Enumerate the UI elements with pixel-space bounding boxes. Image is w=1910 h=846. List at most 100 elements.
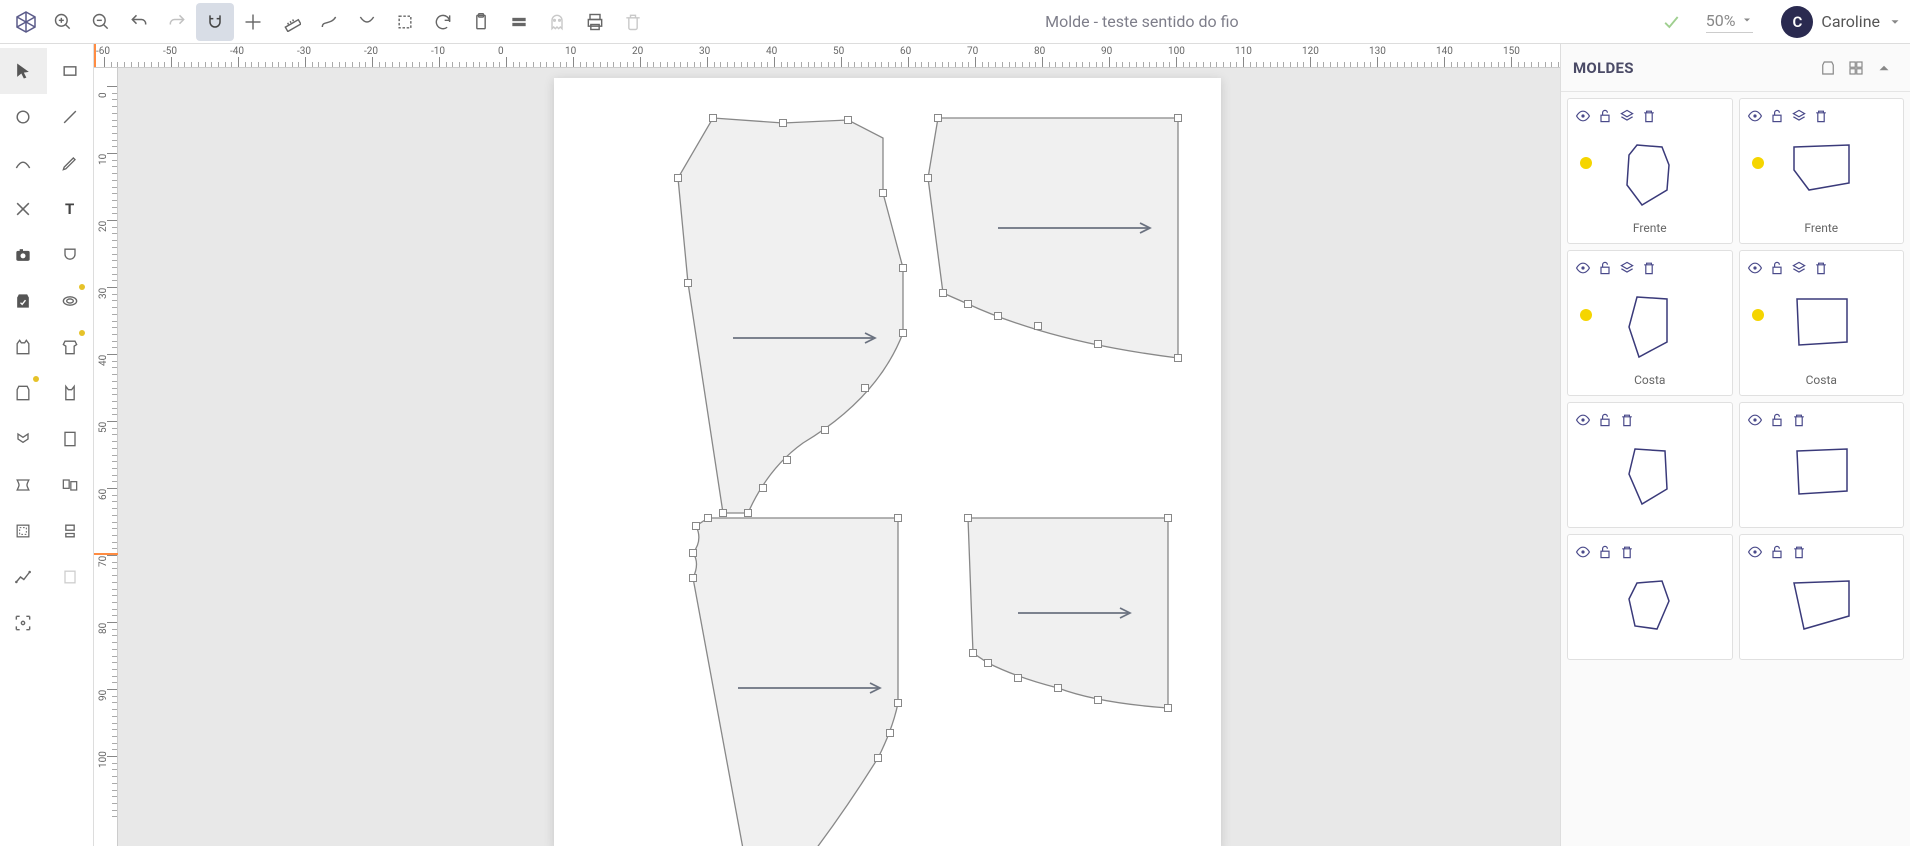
tool-tank[interactable] bbox=[0, 324, 47, 370]
lock-icon[interactable] bbox=[1768, 543, 1786, 561]
redo-button[interactable] bbox=[158, 3, 196, 41]
pattern-piece[interactable] bbox=[838, 108, 1188, 372]
trash-icon[interactable] bbox=[1640, 107, 1658, 125]
molde-label: Costa bbox=[1746, 369, 1898, 389]
molde-card[interactable]: Frente bbox=[1567, 98, 1733, 244]
eye-icon[interactable] bbox=[1574, 107, 1592, 125]
grid-icon[interactable] bbox=[1842, 54, 1870, 82]
layers-icon[interactable] bbox=[1790, 107, 1808, 125]
tool-circle[interactable] bbox=[0, 94, 47, 140]
trash-icon[interactable] bbox=[1812, 259, 1830, 277]
zoom-out-button[interactable] bbox=[82, 3, 120, 41]
chevron-down-icon bbox=[1888, 15, 1902, 29]
piece-icon[interactable] bbox=[1814, 54, 1842, 82]
lock-icon[interactable] bbox=[1596, 259, 1614, 277]
trash-icon[interactable] bbox=[1618, 411, 1636, 429]
eye-icon[interactable] bbox=[1574, 411, 1592, 429]
tool-scissors[interactable] bbox=[0, 186, 47, 232]
refresh-button[interactable] bbox=[424, 3, 462, 41]
zoom-in-button[interactable] bbox=[44, 3, 82, 41]
molde-label: Frente bbox=[1574, 217, 1726, 237]
molde-card[interactable] bbox=[1739, 534, 1905, 660]
undo-button[interactable] bbox=[120, 3, 158, 41]
stack-button[interactable] bbox=[500, 3, 538, 41]
tool-sleeve[interactable] bbox=[47, 324, 94, 370]
tool-pocket[interactable] bbox=[47, 232, 94, 278]
app-logo[interactable] bbox=[8, 4, 44, 40]
molde-thumbnail bbox=[1746, 431, 1898, 521]
bounding-button[interactable] bbox=[386, 3, 424, 41]
molde-card[interactable]: Frente bbox=[1739, 98, 1905, 244]
tool-pieces[interactable] bbox=[47, 462, 94, 508]
trash-icon[interactable] bbox=[1640, 259, 1658, 277]
tool-text[interactable]: T bbox=[47, 186, 94, 232]
tool-bezier[interactable] bbox=[0, 140, 47, 186]
avatar: C bbox=[1781, 6, 1813, 38]
tool-scan[interactable] bbox=[0, 600, 47, 646]
tool-rectangle[interactable] bbox=[47, 48, 94, 94]
ghost-button[interactable] bbox=[538, 3, 576, 41]
document-title: Molde - teste sentido do fio bbox=[1045, 12, 1238, 31]
molde-card[interactable] bbox=[1567, 402, 1733, 528]
eye-icon[interactable] bbox=[1574, 259, 1592, 277]
horizontal-ruler: -60-50-40-30-20-100102030405060708090100… bbox=[94, 44, 1560, 68]
tool-tape[interactable] bbox=[47, 278, 94, 324]
magnet-button[interactable] bbox=[196, 3, 234, 41]
trash-icon[interactable] bbox=[1790, 411, 1808, 429]
lock-icon[interactable] bbox=[1596, 543, 1614, 561]
tool-blank[interactable] bbox=[47, 554, 94, 600]
tool-waist[interactable] bbox=[0, 462, 47, 508]
molde-label: Frente bbox=[1746, 217, 1898, 237]
tool-seam[interactable] bbox=[0, 508, 47, 554]
tool-chart[interactable] bbox=[0, 554, 47, 600]
tool-vest[interactable] bbox=[47, 370, 94, 416]
layers-icon[interactable] bbox=[1618, 259, 1636, 277]
lock-icon[interactable] bbox=[1768, 259, 1786, 277]
print-button[interactable] bbox=[576, 3, 614, 41]
molde-card[interactable]: Costa bbox=[1567, 250, 1733, 396]
user-menu[interactable]: C Caroline bbox=[1781, 6, 1902, 38]
trash-icon[interactable] bbox=[1790, 543, 1808, 561]
tool-line[interactable] bbox=[47, 94, 94, 140]
tool-panel[interactable] bbox=[47, 416, 94, 462]
tool-bodice-check[interactable] bbox=[0, 278, 47, 324]
molde-thumbnail bbox=[1746, 279, 1898, 369]
lock-icon[interactable] bbox=[1768, 411, 1786, 429]
eye-icon[interactable] bbox=[1574, 543, 1592, 561]
tool-pencil[interactable] bbox=[47, 140, 94, 186]
lock-icon[interactable] bbox=[1596, 411, 1614, 429]
curve-tool-button[interactable] bbox=[310, 3, 348, 41]
eye-icon[interactable] bbox=[1746, 107, 1764, 125]
lock-icon[interactable] bbox=[1768, 107, 1786, 125]
ruler-button[interactable] bbox=[272, 3, 310, 41]
eye-icon[interactable] bbox=[1746, 259, 1764, 277]
tool-cuff[interactable] bbox=[47, 508, 94, 554]
tool-cursor[interactable] bbox=[0, 48, 47, 94]
tool-bodice-dot[interactable] bbox=[0, 370, 47, 416]
pattern-piece[interactable] bbox=[598, 508, 918, 846]
tool-camera[interactable] bbox=[0, 232, 47, 278]
check-button[interactable] bbox=[1652, 3, 1690, 41]
crosshair-button[interactable] bbox=[234, 3, 272, 41]
svg-text:T: T bbox=[65, 200, 74, 218]
trash-button[interactable] bbox=[614, 3, 652, 41]
path-tool-button[interactable] bbox=[348, 3, 386, 41]
layers-icon[interactable] bbox=[1618, 107, 1636, 125]
trash-icon[interactable] bbox=[1618, 543, 1636, 561]
molde-thumbnail bbox=[1746, 563, 1898, 653]
eye-icon[interactable] bbox=[1746, 411, 1764, 429]
paste-button[interactable] bbox=[462, 3, 500, 41]
collapse-icon[interactable] bbox=[1870, 54, 1898, 82]
zoom-selector[interactable]: 50% bbox=[1706, 11, 1754, 33]
canvas[interactable] bbox=[118, 68, 1560, 846]
trash-icon[interactable] bbox=[1812, 107, 1830, 125]
molde-card[interactable] bbox=[1739, 402, 1905, 528]
tool-collar[interactable] bbox=[0, 416, 47, 462]
molde-card[interactable]: Costa bbox=[1739, 250, 1905, 396]
molde-card[interactable] bbox=[1567, 534, 1733, 660]
layers-icon[interactable] bbox=[1790, 259, 1808, 277]
pattern-piece[interactable] bbox=[918, 508, 1198, 752]
tool-empty[interactable] bbox=[47, 600, 94, 646]
eye-icon[interactable] bbox=[1746, 543, 1764, 561]
lock-icon[interactable] bbox=[1596, 107, 1614, 125]
